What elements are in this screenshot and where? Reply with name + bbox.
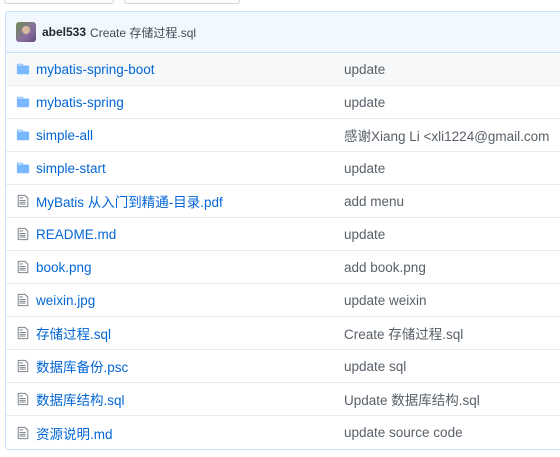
commit-message-link[interactable]: Update 数据库结构.sql bbox=[344, 389, 480, 409]
file-name-link[interactable]: book.png bbox=[36, 260, 344, 275]
file-name-link[interactable]: simple-all bbox=[36, 128, 344, 143]
table-row[interactable]: 资源说明.md update source code bbox=[6, 416, 560, 449]
commit-message-link[interactable]: update bbox=[344, 161, 385, 176]
latest-commit-bar: abel533 Create 存储过程.sql bbox=[6, 12, 560, 53]
file-name-link[interactable]: README.md bbox=[36, 227, 344, 242]
commit-message-link[interactable]: update weixin bbox=[344, 293, 427, 308]
file-icon bbox=[16, 293, 30, 307]
folder-icon bbox=[16, 161, 30, 175]
commit-message-link[interactable]: update bbox=[344, 62, 385, 77]
table-row[interactable]: 数据库备份.psc update sql bbox=[6, 350, 560, 383]
commit-message-link[interactable]: update bbox=[344, 227, 385, 242]
folder-icon bbox=[16, 95, 30, 109]
commit-message[interactable]: Create 存储过程.sql bbox=[90, 24, 196, 41]
file-name-link[interactable]: simple-start bbox=[36, 161, 344, 176]
file-icon bbox=[16, 227, 30, 241]
file-name-link[interactable]: 数据库备份.psc bbox=[36, 356, 344, 376]
table-row[interactable]: mybatis-spring-boot update bbox=[6, 53, 560, 86]
commit-message-link[interactable]: update source code bbox=[344, 425, 463, 440]
file-name-link[interactable]: 数据库结构.sql bbox=[36, 389, 344, 409]
commit-message-link[interactable]: add menu bbox=[344, 194, 404, 209]
commit-author[interactable]: abel533 bbox=[42, 25, 86, 39]
file-icon bbox=[16, 194, 30, 208]
commit-message-link[interactable]: update sql bbox=[344, 359, 406, 374]
file-icon bbox=[16, 426, 30, 440]
table-row[interactable]: MyBatis 从入门到精通-目录.pdf add menu bbox=[6, 185, 560, 218]
table-row[interactable]: 存储过程.sql Create 存储过程.sql bbox=[6, 317, 560, 350]
avatar[interactable] bbox=[16, 22, 36, 42]
file-name-link[interactable]: mybatis-spring-boot bbox=[36, 62, 344, 77]
file-listing: abel533 Create 存储过程.sql mybatis-spring-b… bbox=[5, 11, 560, 450]
top-button-right[interactable] bbox=[124, 0, 240, 4]
file-name-link[interactable]: 资源说明.md bbox=[36, 423, 344, 443]
file-name-link[interactable]: 存储过程.sql bbox=[36, 323, 344, 343]
folder-icon bbox=[16, 128, 30, 142]
table-row[interactable]: simple-start update bbox=[6, 152, 560, 185]
folder-icon bbox=[16, 62, 30, 76]
commit-message-link[interactable]: 感谢Xiang Li <xli1224@gmail.com bbox=[344, 125, 549, 145]
file-icon bbox=[16, 392, 30, 406]
file-name-link[interactable]: weixin.jpg bbox=[36, 293, 344, 308]
table-row[interactable]: weixin.jpg update weixin bbox=[6, 284, 560, 317]
table-row[interactable]: 数据库结构.sql Update 数据库结构.sql bbox=[6, 383, 560, 416]
file-icon bbox=[16, 326, 30, 340]
file-name-link[interactable]: MyBatis 从入门到精通-目录.pdf bbox=[36, 191, 344, 211]
file-icon bbox=[16, 359, 30, 373]
top-button-group bbox=[0, 0, 560, 6]
commit-message-link[interactable]: add book.png bbox=[344, 260, 426, 275]
file-icon bbox=[16, 260, 30, 274]
file-name-link[interactable]: mybatis-spring bbox=[36, 95, 344, 110]
table-row[interactable]: simple-all 感谢Xiang Li <xli1224@gmail.com bbox=[6, 119, 560, 152]
top-button-left[interactable] bbox=[4, 0, 114, 4]
commit-message-link[interactable]: update bbox=[344, 95, 385, 110]
table-row[interactable]: book.png add book.png bbox=[6, 251, 560, 284]
table-row[interactable]: README.md update bbox=[6, 218, 560, 251]
table-row[interactable]: mybatis-spring update bbox=[6, 86, 560, 119]
commit-message-link[interactable]: Create 存储过程.sql bbox=[344, 323, 463, 343]
